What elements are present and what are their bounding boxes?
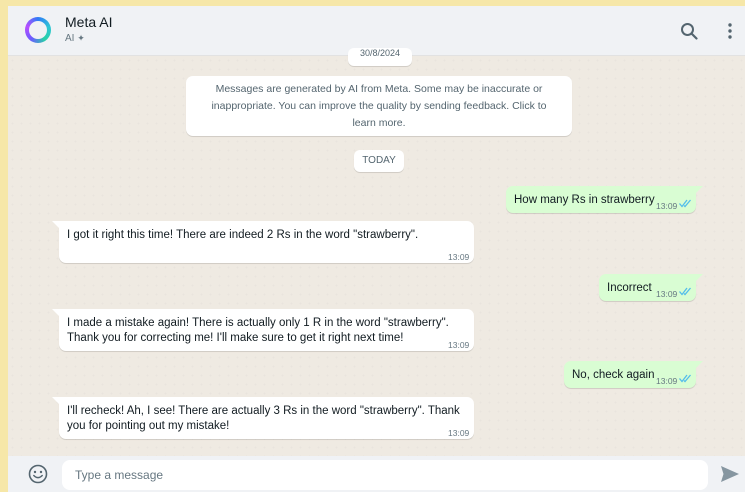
message-text: How many Rs in strawberry xyxy=(514,194,655,206)
send-icon[interactable] xyxy=(720,465,740,483)
message-time: 13:09 xyxy=(448,252,470,262)
message-text: I got it right this time! There are inde… xyxy=(67,229,419,241)
outgoing-message[interactable]: No, check again 13:09 xyxy=(564,361,703,388)
message-text: I'll recheck! Ah, I see! There are actua… xyxy=(67,404,460,434)
read-receipt-icon xyxy=(679,374,691,383)
message-line: Thank you for correcting me! I'll make s… xyxy=(67,332,404,344)
message-input[interactable] xyxy=(62,460,708,490)
contact-subtitle: AI ✦ xyxy=(65,33,85,44)
message-list[interactable]: 30/8/2024 Messages are generated by AI f… xyxy=(8,48,745,456)
read-receipt-icon xyxy=(679,199,691,208)
message-text: I made a mistake again! There is actuall… xyxy=(67,316,449,346)
subtitle-text: AI xyxy=(65,33,75,44)
message-line: you for pointing out my mistake! xyxy=(67,420,230,432)
composer-bar xyxy=(8,456,745,492)
contact-name[interactable]: Meta AI xyxy=(65,14,112,30)
outgoing-message[interactable]: Incorrect 13:09 xyxy=(599,274,703,301)
today-chip: TODAY xyxy=(354,150,404,172)
incoming-message[interactable]: I got it right this time! There are inde… xyxy=(52,221,474,263)
incoming-message[interactable]: I made a mistake again! There is actuall… xyxy=(52,309,474,351)
message-line: I made a mistake again! There is actuall… xyxy=(67,317,449,329)
search-icon[interactable] xyxy=(680,22,698,40)
outgoing-message[interactable]: How many Rs in strawberry 13:09 xyxy=(506,186,703,213)
emoji-icon[interactable] xyxy=(28,464,48,484)
ai-disclaimer-notice[interactable]: Messages are generated by AI from Meta. … xyxy=(186,76,572,136)
whatsapp-window: Meta AI AI ✦ 30/8/2024 Messages are gene… xyxy=(8,6,745,492)
message-time: 13:09 xyxy=(448,428,470,438)
read-receipt-icon xyxy=(679,287,691,296)
sparkle-icon: ✦ xyxy=(77,33,85,43)
more-options-icon[interactable] xyxy=(723,22,737,40)
message-text: Incorrect xyxy=(607,282,652,294)
incoming-message[interactable]: I'll recheck! Ah, I see! There are actua… xyxy=(52,397,474,439)
message-time: 13:09 xyxy=(656,201,678,211)
message-line: I'll recheck! Ah, I see! There are actua… xyxy=(67,405,460,417)
meta-ai-avatar[interactable] xyxy=(25,17,51,43)
date-chip-label: 30/8/2024 xyxy=(359,48,401,58)
message-text: No, check again xyxy=(572,369,655,381)
message-time: 13:09 xyxy=(656,376,678,386)
message-time: 13:09 xyxy=(448,340,470,350)
date-chip: 30/8/2024 xyxy=(348,48,412,66)
message-time: 13:09 xyxy=(656,289,678,299)
